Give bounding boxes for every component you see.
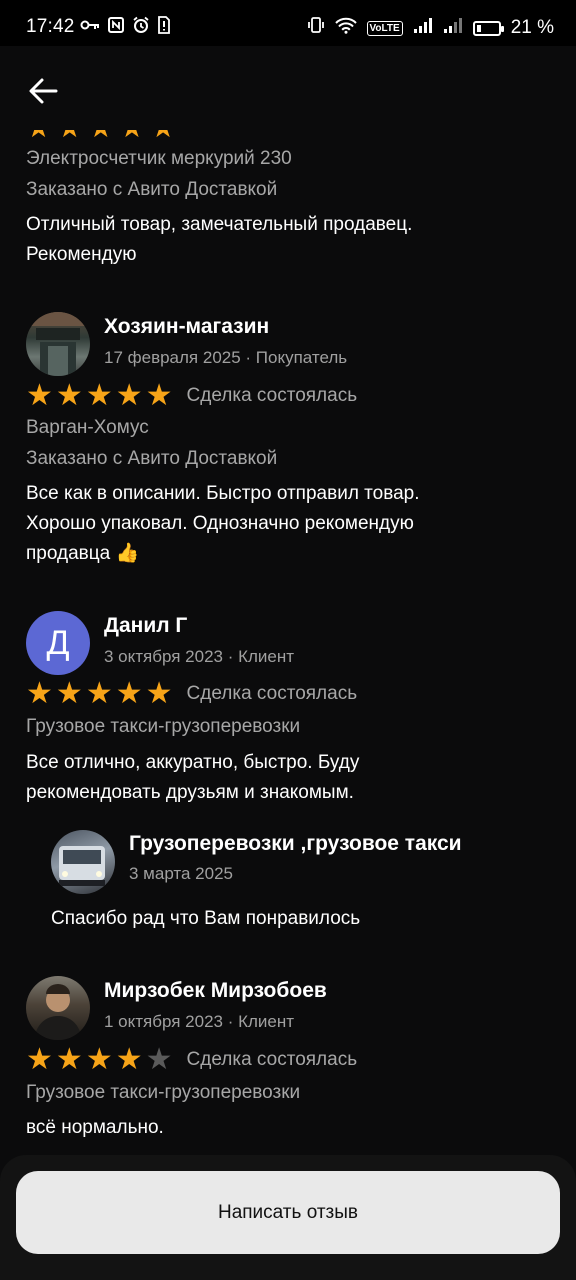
review-role: Покупатель [255, 348, 348, 367]
review-meta: 1 октября 2023 · Клиент [104, 1012, 295, 1031]
star-icon: ★ [145, 677, 173, 710]
status-time: 17:42 [26, 16, 75, 37]
rating-stars: ★ ★ ★ ★ ★ [26, 1045, 176, 1075]
rating-row: ★ ★ ★ ★ ★ Сделка состоялась [26, 381, 357, 411]
deal-status: Сделка состоялась [186, 1049, 358, 1070]
reply-author[interactable]: Грузоперевозки ,грузовое такси [129, 832, 484, 856]
review-item-name: Электросчетчик меркурий 230 [26, 148, 292, 169]
review-text: всё нормально. [26, 1117, 164, 1138]
review-author[interactable]: Хозяин-магазин [104, 314, 347, 340]
back-button[interactable] [26, 76, 62, 106]
rating-row: ★ ★ ★ ★ ★ Сделка состоялась [26, 1045, 357, 1075]
review-author[interactable]: Данил Г [104, 613, 294, 639]
star-icon: ★ [115, 379, 143, 412]
star-icon: ★ [85, 677, 113, 710]
avatar[interactable]: Д [26, 611, 90, 675]
battery-percent: 21 % [510, 17, 554, 38]
review-item-name: Варган-Хомус [26, 417, 149, 438]
review-date: 3 октября 2023 [104, 647, 223, 666]
signal-icon [413, 17, 433, 40]
star-icon: ★ [85, 379, 113, 412]
avatar[interactable] [26, 976, 90, 1040]
review-text: рекомендовать друзьям и знакомым. [26, 782, 354, 803]
review-item-name: Грузовое такси-грузоперевозки [26, 1082, 301, 1103]
wifi-icon [334, 17, 357, 40]
deal-status: Сделка состоялась [186, 683, 358, 704]
alarm-icon [132, 16, 150, 40]
star-icon: ★ [26, 379, 53, 412]
star-icon: ★ [115, 677, 143, 710]
reply-text: Спасибо рад что Вам понравилось [51, 908, 361, 929]
reviews-list[interactable]: ★ ★ ★ ★ ★ Электросчетчик меркурий 230 За… [0, 46, 576, 1280]
vibrate-icon [307, 16, 325, 40]
rating-stars: ★ ★ ★ ★ ★ [26, 381, 176, 411]
review-text: продавца 👍 [26, 543, 140, 564]
deal-status: Сделка состоялась [186, 385, 358, 406]
key-icon [80, 18, 100, 38]
seller-reply-header: Грузоперевозки ,грузовое такси 3 марта 2… [51, 830, 484, 894]
review-delivery: Заказано с Авито Доставкой [26, 179, 278, 200]
write-review-button[interactable]: Написать отзыв [16, 1171, 560, 1254]
review-meta: 17 февраля 2025 · Покупатель [104, 348, 348, 367]
star-icon: ★ [145, 379, 173, 412]
avatar[interactable] [26, 312, 90, 376]
rating-row: ★ ★ ★ ★ ★ Сделка состоялась [26, 679, 357, 709]
review-role: Клиент [238, 647, 295, 666]
signal-icon [443, 17, 463, 40]
review-header: Д Данил Г 3 октября 2023 · Клиент [26, 611, 294, 675]
review-header: Мирзобек Мирзобоев 1 октября 2023 · Клие… [26, 976, 327, 1040]
arrow-left-icon [29, 78, 58, 104]
volte-icon: VoLTE [366, 20, 403, 36]
nfc-icon [108, 17, 124, 39]
review-author[interactable]: Мирзобек Мирзобоев [104, 978, 327, 1004]
review-role: Клиент [238, 1012, 295, 1031]
review-text: Отличный товар, замечательный продавец. … [26, 214, 413, 265]
star-icon: ★ [55, 677, 83, 710]
battery-icon [472, 20, 504, 36]
review-meta: 3 октября 2023 · Клиент [104, 647, 295, 666]
status-bar: 17:42 VoLTE 21 % [0, 0, 576, 46]
status-left-icons [80, 16, 170, 40]
review-text: Все отлично, аккуратно, быстро. Буду [26, 752, 360, 773]
rating-stars: ★ ★ ★ ★ ★ [26, 679, 176, 709]
review-delivery: Заказано с Авито Доставкой [26, 448, 278, 469]
bottom-panel: Написать отзыв [0, 1155, 576, 1280]
sim-alert-icon [158, 16, 170, 40]
review-header: Хозяин-магазин 17 февраля 2025 · Покупат… [26, 312, 347, 376]
review-text: Хорошо упаковал. Однозначно рекомендую [26, 513, 414, 534]
star-icon: ★ [26, 677, 53, 710]
star-icon: ★ [145, 1043, 173, 1076]
star-icon: ★ [55, 1043, 83, 1076]
review-date: 17 февраля 2025 [104, 348, 241, 367]
review-text: Все как в описании. Быстро отправил това… [26, 483, 420, 504]
reply-date: 3 марта 2025 [129, 864, 233, 883]
top-bar [0, 46, 576, 130]
star-icon: ★ [85, 1043, 113, 1076]
star-icon: ★ [115, 1043, 143, 1076]
star-icon: ★ [55, 379, 83, 412]
star-icon: ★ [26, 1043, 53, 1076]
avatar[interactable] [51, 830, 115, 894]
review-item-name: Грузовое такси-грузоперевозки [26, 716, 301, 737]
status-right-icons: VoLTE 21 % [307, 16, 554, 40]
review-date: 1 октября 2023 [104, 1012, 223, 1031]
